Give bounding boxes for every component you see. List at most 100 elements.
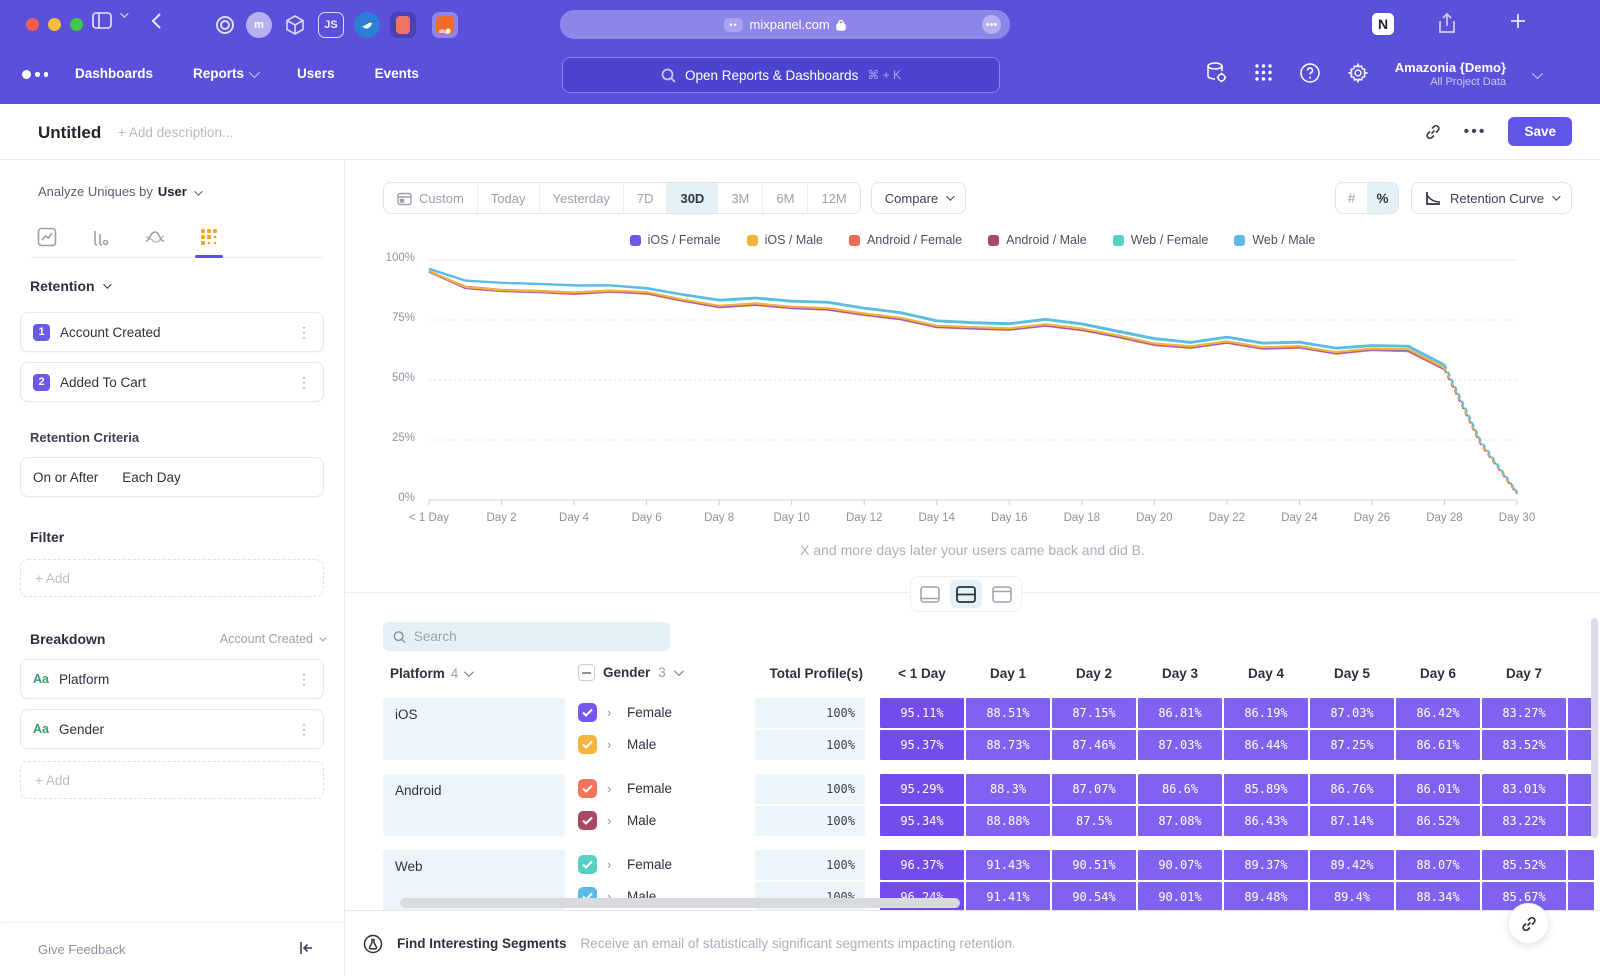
url-bar[interactable]: •• mixpanel.com ••• xyxy=(560,10,1010,39)
compare-button[interactable]: Compare xyxy=(871,182,966,214)
range-custom[interactable]: Custom xyxy=(384,183,478,213)
retention-cell[interactable]: 95.37% xyxy=(880,730,964,760)
retention-cell[interactable]: 90.51% xyxy=(1052,850,1136,880)
legend-item[interactable]: Android / Female xyxy=(849,233,962,247)
breakdown-platform[interactable]: Aa Platform ⋮ xyxy=(20,659,324,699)
retention-cell[interactable]: 88.51% xyxy=(966,698,1050,728)
extension-icon-js[interactable]: JS xyxy=(318,12,344,38)
retention-cell[interactable]: 83.52% xyxy=(1482,730,1566,760)
breakdown-gender[interactable]: Aa Gender ⋮ xyxy=(20,709,324,749)
retention-cell[interactable]: 88.3% xyxy=(966,774,1050,804)
retention-cell[interactable]: 89.37% xyxy=(1224,850,1308,880)
sidebar-toggle-icon[interactable] xyxy=(92,12,112,29)
notion-extension-icon[interactable]: N xyxy=(1372,13,1394,35)
close-window-icon[interactable] xyxy=(26,18,39,31)
range-6m[interactable]: 6M xyxy=(763,183,808,213)
global-search-button[interactable]: Open Reports & Dashboards ⌘ + K xyxy=(562,57,1000,93)
expand-row-icon[interactable]: › xyxy=(607,813,611,828)
row-checkbox[interactable] xyxy=(578,703,597,722)
add-breakdown-button[interactable]: + Add xyxy=(20,761,324,799)
retention-cell[interactable]: 88.07% xyxy=(1396,850,1480,880)
legend-item[interactable]: Web / Female xyxy=(1113,233,1209,247)
expand-row-icon[interactable]: › xyxy=(607,737,611,752)
retention-cell[interactable]: 83.22% xyxy=(1482,806,1566,836)
platform-column-header[interactable]: Platform4 xyxy=(390,666,471,681)
criteria-on-or-after[interactable]: On or After xyxy=(33,470,98,485)
retention-cell[interactable]: 86.44% xyxy=(1224,730,1308,760)
range-today[interactable]: Today xyxy=(478,183,540,213)
settings-gear-icon[interactable] xyxy=(1347,62,1369,89)
retention-section-header[interactable]: Retention xyxy=(20,278,324,294)
retention-cell[interactable]: 87.08% xyxy=(1138,806,1222,836)
retention-cell[interactable]: 89.42% xyxy=(1310,850,1394,880)
copy-link-icon[interactable] xyxy=(1424,123,1442,141)
report-title[interactable]: Untitled xyxy=(38,123,101,143)
retention-step-2[interactable]: 2 Added To Cart ⋮ xyxy=(20,362,324,402)
retention-line-chart[interactable] xyxy=(423,254,1523,516)
retention-cell[interactable]: 91.41% xyxy=(966,882,1050,910)
horizontal-scrollbar[interactable] xyxy=(400,898,960,908)
mixpanel-logo[interactable] xyxy=(22,70,48,79)
retention-cell-clipped[interactable] xyxy=(1568,850,1594,880)
range-yesterday[interactable]: Yesterday xyxy=(540,183,624,213)
mode-percent[interactable]: % xyxy=(1367,183,1398,213)
legend-item[interactable]: Android / Male xyxy=(988,233,1087,247)
retention-cell[interactable]: 87.03% xyxy=(1138,730,1222,760)
mode-absolute[interactable]: # xyxy=(1336,183,1367,213)
nav-item-events[interactable]: Events xyxy=(375,66,419,81)
retention-cell[interactable]: 86.81% xyxy=(1138,698,1222,728)
segments-title[interactable]: Find Interesting Segments xyxy=(397,936,567,951)
add-filter-button[interactable]: + Add xyxy=(20,559,324,597)
retention-cell[interactable]: 95.34% xyxy=(880,806,964,836)
project-selector[interactable]: Amazonia {Demo} All Project Data xyxy=(1395,60,1506,90)
gender-column-header[interactable]: Gender3 xyxy=(578,664,681,681)
table-search-input[interactable] xyxy=(414,629,660,644)
retention-cell[interactable]: 86.6% xyxy=(1138,774,1222,804)
expand-row-icon[interactable]: › xyxy=(607,705,611,720)
retention-cell[interactable]: 83.01% xyxy=(1482,774,1566,804)
layout-table-only-button[interactable] xyxy=(986,580,1018,608)
add-description[interactable]: + Add description... xyxy=(118,125,233,140)
data-management-icon[interactable] xyxy=(1205,61,1228,89)
share-link-fab[interactable] xyxy=(1508,903,1549,944)
legend-item[interactable]: iOS / Female xyxy=(630,233,721,247)
retention-cell[interactable]: 89.4% xyxy=(1310,882,1394,910)
retention-cell[interactable]: 87.03% xyxy=(1310,698,1394,728)
retention-cell[interactable]: 88.73% xyxy=(966,730,1050,760)
retention-cell[interactable]: 85.89% xyxy=(1224,774,1308,804)
maximize-window-icon[interactable] xyxy=(70,18,83,31)
help-icon[interactable] xyxy=(1299,62,1321,89)
retention-cell[interactable]: 87.15% xyxy=(1052,698,1136,728)
range-12m[interactable]: 12M xyxy=(808,183,859,213)
retention-cell[interactable]: 86.42% xyxy=(1396,698,1480,728)
extension-icon-globe[interactable] xyxy=(354,12,380,38)
breakdown-scope-dropdown[interactable]: Account Created xyxy=(220,632,324,646)
extension-icon-red-tile[interactable] xyxy=(390,12,416,38)
step-menu-icon[interactable]: ⋮ xyxy=(297,374,311,391)
range-7d[interactable]: 7D xyxy=(624,183,668,213)
extension-icon-m[interactable]: m xyxy=(246,12,272,38)
tab-retention[interactable] xyxy=(192,216,226,257)
expand-row-icon[interactable]: › xyxy=(607,857,611,872)
tab-funnels[interactable] xyxy=(84,216,118,257)
retention-criteria-control[interactable]: On or After Each Day xyxy=(20,457,324,497)
retention-cell[interactable]: 86.19% xyxy=(1224,698,1308,728)
breakdown-menu-icon[interactable]: ⋮ xyxy=(297,721,311,738)
retention-cell[interactable]: 87.07% xyxy=(1052,774,1136,804)
collapse-sidebar-icon[interactable] xyxy=(299,941,314,958)
tab-chevron-icon[interactable] xyxy=(120,12,126,18)
retention-cell[interactable]: 90.07% xyxy=(1138,850,1222,880)
tab-flows[interactable] xyxy=(138,216,172,257)
retention-cell[interactable]: 90.54% xyxy=(1052,882,1136,910)
select-all-checkbox[interactable] xyxy=(578,664,595,681)
save-button[interactable]: Save xyxy=(1508,117,1572,146)
retention-cell[interactable]: 86.52% xyxy=(1396,806,1480,836)
vertical-scrollbar[interactable] xyxy=(1591,618,1598,838)
more-options-icon[interactable]: ••• xyxy=(1464,123,1487,141)
criteria-each-day[interactable]: Each Day xyxy=(122,470,181,485)
retention-cell[interactable]: 86.61% xyxy=(1396,730,1480,760)
retention-cell[interactable]: 89.48% xyxy=(1224,882,1308,910)
extension-icon-cube[interactable] xyxy=(282,12,308,38)
minimize-window-icon[interactable] xyxy=(48,18,61,31)
expand-row-icon[interactable]: › xyxy=(607,781,611,796)
